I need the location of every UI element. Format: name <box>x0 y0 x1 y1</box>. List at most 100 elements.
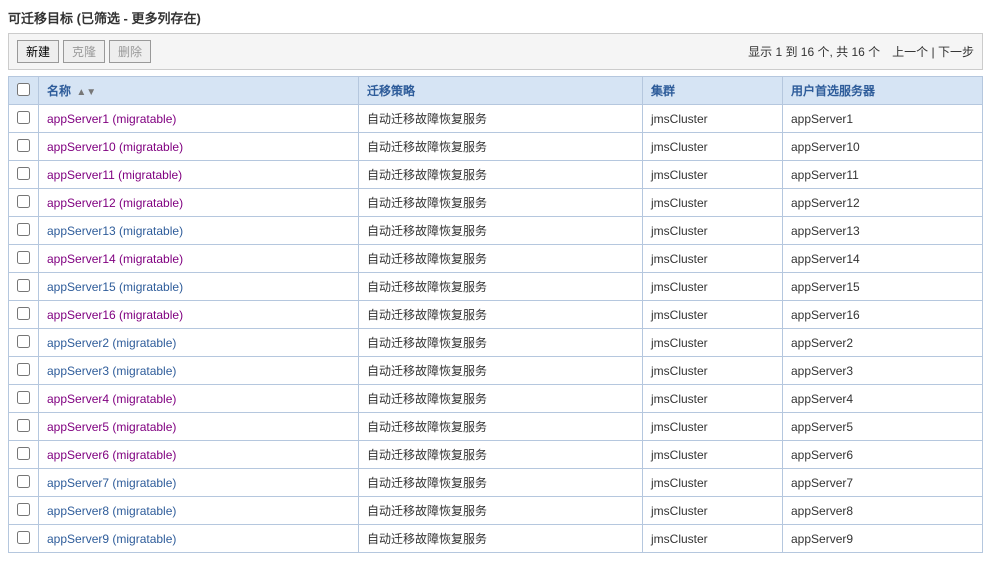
row-checkbox-cell <box>9 525 39 553</box>
row-name-link[interactable]: appServer7 (migratable) <box>47 476 176 490</box>
table-row: appServer12 (migratable)自动迁移故障恢复服务jmsClu… <box>9 189 983 217</box>
row-checkbox-cell <box>9 189 39 217</box>
table-row: appServer1 (migratable)自动迁移故障恢复服务jmsClus… <box>9 105 983 133</box>
header-userpref-link[interactable]: 用户首选服务器 <box>791 84 875 98</box>
row-checkbox[interactable] <box>17 307 30 320</box>
row-checkbox[interactable] <box>17 111 30 124</box>
row-checkbox[interactable] <box>17 195 30 208</box>
row-userpref-cell: appServer5 <box>783 413 983 441</box>
row-strategy-cell: 自动迁移故障恢复服务 <box>359 357 643 385</box>
row-checkbox-cell <box>9 329 39 357</box>
row-name-link[interactable]: appServer8 (migratable) <box>47 504 176 518</box>
table-header-row: 名称 ▲▼ 迁移策略 集群 用户首选服务器 <box>9 77 983 105</box>
row-checkbox-cell <box>9 385 39 413</box>
delete-button[interactable]: 删除 <box>109 40 151 63</box>
table-row: appServer11 (migratable)自动迁移故障恢复服务jmsClu… <box>9 161 983 189</box>
row-name-cell: appServer2 (migratable) <box>39 329 359 357</box>
row-checkbox[interactable] <box>17 503 30 516</box>
table-row: appServer10 (migratable)自动迁移故障恢复服务jmsClu… <box>9 133 983 161</box>
table-row: appServer3 (migratable) 自动迁移故障恢复服务jmsClus… <box>9 357 983 385</box>
row-name-link[interactable]: appServer2 (migratable) <box>47 336 176 350</box>
row-cluster-cell: jmsCluster <box>643 189 783 217</box>
row-userpref-cell: appServer7 <box>783 469 983 497</box>
row-name-cell: appServer7 (migratable) <box>39 469 359 497</box>
row-checkbox[interactable] <box>17 363 30 376</box>
page-title: 可迁移目标 (已筛选 - 更多列存在) <box>8 8 983 27</box>
row-strategy-cell: 自动迁移故障恢复服务 <box>359 133 643 161</box>
row-strategy-cell: 自动迁移故障恢复服务 <box>359 525 643 553</box>
new-button[interactable]: 新建 <box>17 40 59 63</box>
header-cluster-link[interactable]: 集群 <box>651 84 675 98</box>
row-name-link[interactable]: appServer1 (migratable) <box>47 112 176 126</box>
row-checkbox[interactable] <box>17 419 30 432</box>
sort-asc-icon: ▲▼ <box>76 87 96 98</box>
row-name-cell: appServer3 (migratable) <box>39 357 359 385</box>
row-checkbox-cell <box>9 105 39 133</box>
row-name-link[interactable]: appServer6 (migratable) <box>47 448 176 462</box>
table-row: appServer8 (migratable)自动迁移故障恢复服务jmsClus… <box>9 497 983 525</box>
row-name-cell: appServer6 (migratable) <box>39 441 359 469</box>
table-row: appServer2 (migratable)自动迁移故障恢复服务jmsClus… <box>9 329 983 357</box>
row-name-link[interactable]: appServer13 (migratable) <box>47 224 183 238</box>
row-name-link[interactable]: appServer3 (migratable) <box>47 364 176 378</box>
row-userpref-cell: appServer15 <box>783 273 983 301</box>
pager-sep: | <box>928 45 938 59</box>
row-checkbox[interactable] <box>17 335 30 348</box>
row-userpref-cell: appServer11 <box>783 161 983 189</box>
row-name-cell: appServer15 (migratable) <box>39 273 359 301</box>
row-checkbox[interactable] <box>17 251 30 264</box>
pager-nav: 上一个 | 下一步 <box>892 43 974 60</box>
header-cluster[interactable]: 集群 <box>643 77 783 105</box>
row-userpref-cell: appServer13 <box>783 217 983 245</box>
header-strategy-link[interactable]: 迁移策略 <box>367 84 415 98</box>
row-strategy-cell: 自动迁移故障恢复服务 <box>359 497 643 525</box>
row-name-link[interactable]: appServer4 (migratable) <box>47 392 176 406</box>
row-name-link[interactable]: appServer14 (migratable) <box>47 252 183 266</box>
header-name-label: 名称 <box>47 84 71 98</box>
header-name-link[interactable]: 名称 ▲▼ <box>47 84 96 98</box>
row-name-cell: appServer5 (migratable) <box>39 413 359 441</box>
clone-button[interactable]: 克隆 <box>63 40 105 63</box>
row-name-link[interactable]: appServer16 (migratable) <box>47 308 183 322</box>
row-name-link[interactable]: appServer11 (migratable) <box>47 168 182 182</box>
row-checkbox[interactable] <box>17 531 30 544</box>
row-name-link[interactable]: appServer12 (migratable) <box>47 196 183 210</box>
row-userpref-cell: appServer12 <box>783 189 983 217</box>
row-checkbox-cell <box>9 413 39 441</box>
header-strategy[interactable]: 迁移策略 <box>359 77 643 105</box>
row-name-cell: appServer14 (migratable) <box>39 245 359 273</box>
row-name-cell: appServer9 (migratable) <box>39 525 359 553</box>
migratable-targets-table: 名称 ▲▼ 迁移策略 集群 用户首选服务器 appServer1 (migrat… <box>8 76 983 553</box>
row-checkbox[interactable] <box>17 167 30 180</box>
row-userpref-cell: appServer8 <box>783 497 983 525</box>
header-name[interactable]: 名称 ▲▼ <box>39 77 359 105</box>
row-strategy-cell: 自动迁移故障恢复服务 <box>359 329 643 357</box>
row-cluster-cell: jmsCluster <box>643 161 783 189</box>
row-checkbox[interactable] <box>17 223 30 236</box>
row-checkbox[interactable] <box>17 391 30 404</box>
row-name-cell: appServer1 (migratable) <box>39 105 359 133</box>
row-name-link[interactable]: appServer9 (migratable) <box>47 532 176 546</box>
table-body: appServer1 (migratable)自动迁移故障恢复服务jmsClus… <box>9 105 983 553</box>
row-checkbox[interactable] <box>17 447 30 460</box>
row-name-link[interactable]: appServer15 (migratable) <box>47 280 183 294</box>
table-row: appServer6 (migratable)自动迁移故障恢复服务jmsClus… <box>9 441 983 469</box>
row-checkbox-cell <box>9 357 39 385</box>
row-checkbox[interactable] <box>17 139 30 152</box>
table-row: appServer7 (migratable)自动迁移故障恢复服务jmsClus… <box>9 469 983 497</box>
header-userpref[interactable]: 用户首选服务器 <box>783 77 983 105</box>
row-name-link[interactable]: appServer10 (migratable) <box>47 140 183 154</box>
row-checkbox-cell <box>9 441 39 469</box>
row-checkbox[interactable] <box>17 475 30 488</box>
row-strategy-cell: 自动迁移故障恢复服务 <box>359 245 643 273</box>
row-name-cell: appServer13 (migratable) <box>39 217 359 245</box>
row-checkbox[interactable] <box>17 279 30 292</box>
row-checkbox-cell <box>9 273 39 301</box>
row-checkbox-cell <box>9 133 39 161</box>
row-name-link[interactable]: appServer5 (migratable) <box>47 420 176 434</box>
select-all-checkbox[interactable] <box>17 83 30 96</box>
toolbar-buttons: 新建 克隆 删除 <box>17 40 151 63</box>
row-strategy-cell: 自动迁移故障恢复服务 <box>359 385 643 413</box>
row-name-cell: appServer4 (migratable) <box>39 385 359 413</box>
row-cluster-cell: jmsCluster <box>643 357 783 385</box>
